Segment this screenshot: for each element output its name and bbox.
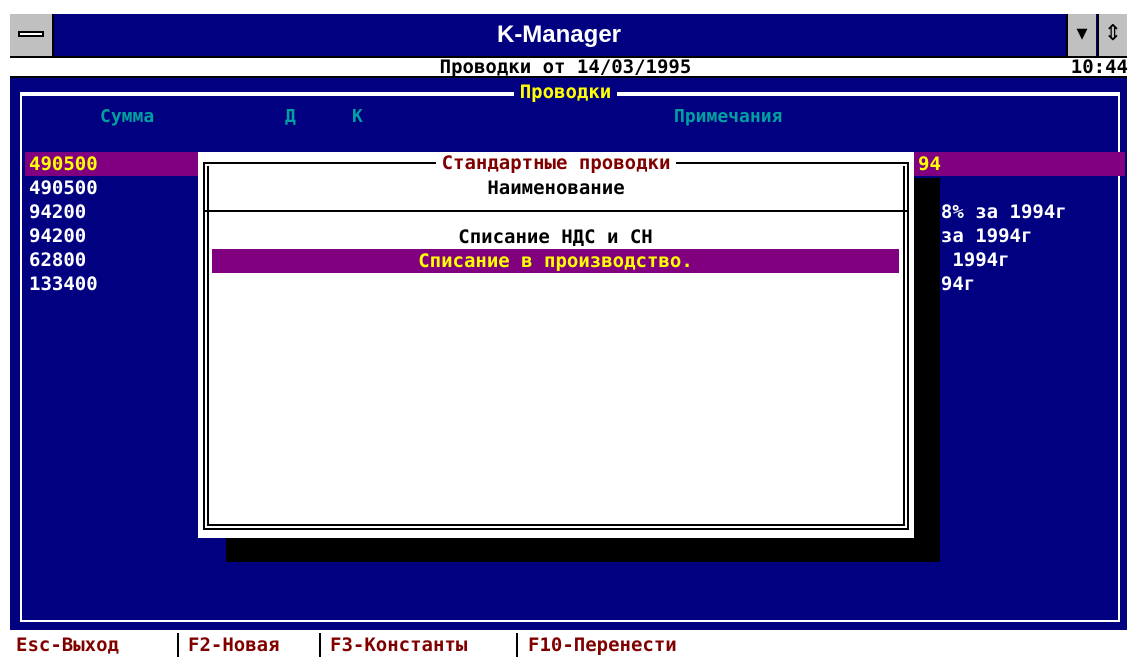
dialog-list-item[interactable]: Списание НДС и СН <box>212 225 899 249</box>
row-sum: 133400 <box>29 273 98 295</box>
column-header-credit: К <box>352 106 363 127</box>
window-title: K-Manager <box>496 21 622 48</box>
row-sum: 94200 <box>29 201 87 223</box>
minimize-icon: ▾ <box>1076 21 1088 46</box>
row-note: 38% за 1994г <box>918 201 1067 223</box>
clock: 10:44 <box>1070 56 1128 78</box>
panel-border-bottom <box>20 620 1120 622</box>
row-sum: 490500 <box>29 153 98 175</box>
f3-constants-button[interactable]: F3-Константы <box>330 630 467 660</box>
page-subtitle: Проводки от 14/03/1995 <box>439 56 692 78</box>
esc-exit-button[interactable]: Esc-Выход <box>16 630 119 660</box>
system-menu-button[interactable] <box>10 14 54 56</box>
dialog-column-header: Наименование <box>487 177 625 199</box>
row-sum: 490500 <box>29 177 98 199</box>
panel-border-left <box>20 92 22 622</box>
panel-title: Проводки <box>0 80 1131 104</box>
restore-icon: ⇕ <box>1103 21 1123 46</box>
panel-title-text: Проводки <box>513 81 618 103</box>
column-header-notes: Примечания <box>674 106 783 127</box>
dialog-title-text: Стандартные проводки <box>435 152 677 174</box>
dialog-title: Стандартные проводки <box>198 150 914 176</box>
system-menu-icon <box>18 31 44 37</box>
row-sum: 94200 <box>29 225 87 247</box>
fkey-separator <box>319 633 321 657</box>
column-header-debit: Д <box>285 106 296 127</box>
column-header-sum: Сумма <box>100 106 155 127</box>
row-note: 94 <box>918 153 941 175</box>
dialog-separator <box>205 210 907 212</box>
fkey-separator <box>516 633 518 657</box>
row-sum: 62800 <box>29 249 87 271</box>
dialog-list-item-selected[interactable]: Списание в производство. <box>212 249 899 273</box>
fkey-separator <box>177 633 179 657</box>
restore-button[interactable]: ⇕ <box>1097 14 1127 56</box>
f2-new-button[interactable]: F2-Новая <box>188 630 280 660</box>
minimize-button[interactable]: ▾ <box>1066 14 1096 56</box>
f10-transfer-button[interactable]: F10-Перенести <box>528 630 677 660</box>
dialog-border-inner <box>207 166 905 526</box>
